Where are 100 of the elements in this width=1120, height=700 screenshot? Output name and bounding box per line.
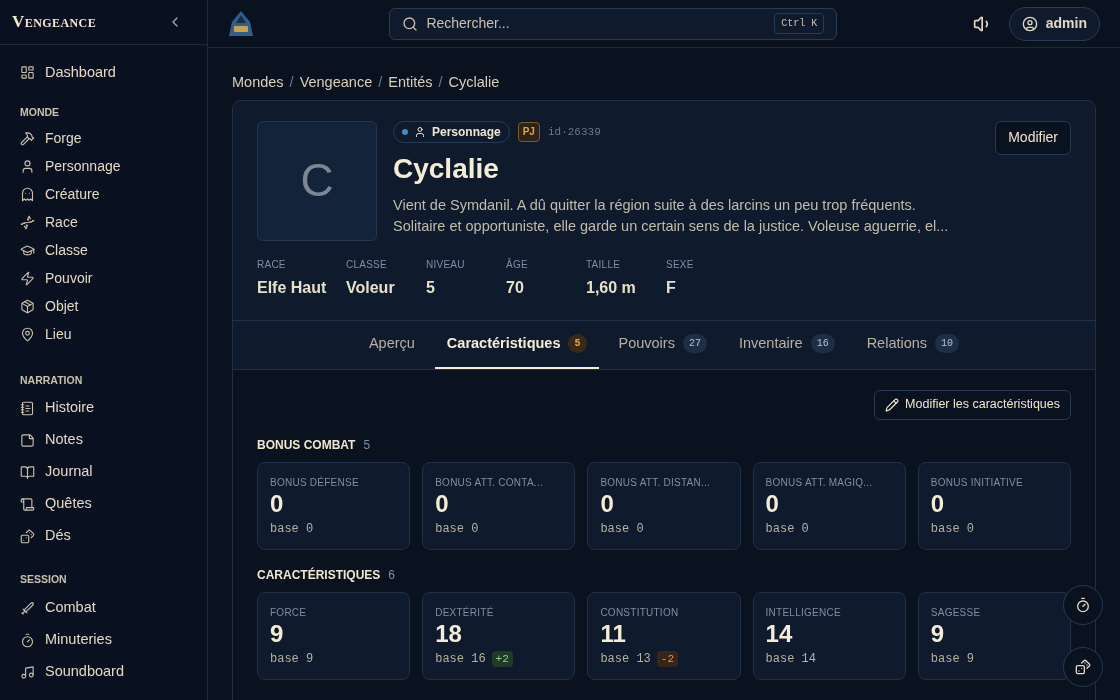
edit-stats-button[interactable]: Modifier les caractéristiques [874, 389, 1071, 420]
dashboard-icon [20, 65, 35, 81]
sidebar-item[interactable]: Soundboard [16, 656, 191, 688]
shortcut-hint: Ctrl K [774, 13, 825, 34]
base-value: base 0 [435, 520, 479, 538]
timer-icon [1075, 597, 1091, 613]
fact-value: 1,60 m [586, 277, 637, 298]
base-value: base 16 [435, 650, 486, 668]
tab[interactable]: Caractéristiques 5 [434, 320, 599, 369]
hooded-figure-logo[interactable] [228, 9, 254, 38]
breadcrumb-separator: / [378, 73, 383, 92]
tag-badge: PJ [517, 121, 540, 142]
breadcrumb-link[interactable]: Mondes [232, 72, 284, 94]
note-icon [20, 432, 35, 448]
section-heading: SESSION [19, 572, 68, 588]
fact-value: Elfe Haut [257, 277, 328, 298]
sidebar-item[interactable]: Histoire [16, 392, 191, 425]
group-title: BONUS COMBAT [257, 436, 356, 454]
base-value: base 9 [270, 650, 314, 668]
sidebar-item[interactable]: Forge [16, 124, 191, 153]
box-icon [20, 299, 35, 314]
base-value: base 0 [930, 520, 974, 538]
stat-label: FORCE [270, 605, 308, 620]
stat-label: DEXTÉRITÉ [435, 605, 495, 620]
stat-value: 0 [435, 489, 450, 518]
section-heading: NARRATION [19, 372, 84, 388]
stat-value: 9 [270, 619, 285, 648]
sidebar-item[interactable]: Pouvoir [16, 264, 191, 293]
sidebar-item[interactable]: Quêtes [16, 488, 191, 521]
person-icon [20, 159, 35, 174]
sidebar-item[interactable]: Journal [16, 456, 191, 489]
stat-label: BONUS INITIATIVE [930, 475, 1024, 490]
tab[interactable]: Aperçu [356, 320, 427, 369]
search-bar[interactable]: Rechercher... Ctrl K [389, 7, 838, 40]
stat-value: 0 [270, 489, 285, 518]
group-count: 6 [388, 566, 396, 584]
base-value: base 14 [765, 650, 816, 668]
stat-value: 0 [765, 489, 780, 518]
avatar: C [257, 120, 377, 241]
pencil-icon [885, 397, 900, 412]
book-icon [20, 464, 35, 480]
edit-button[interactable]: Modifier [995, 120, 1071, 155]
breadcrumb-link[interactable]: Entités [388, 72, 433, 94]
fact-label: CLASSE [346, 257, 388, 272]
stat-value: 9 [930, 619, 946, 648]
sidebar-item[interactable]: Notes [16, 424, 191, 457]
fact-label: TAILLE [586, 257, 622, 272]
dice-icon [1075, 659, 1091, 675]
fact-value: Voleur [346, 277, 396, 298]
user-icon [1021, 15, 1038, 32]
ghost-icon [20, 187, 35, 202]
sidebar-item[interactable]: Objet [16, 292, 191, 321]
stat-label: CONSTITUTION [600, 605, 680, 620]
sidebar-item[interactable]: Lieu [16, 320, 191, 349]
sidebar-item[interactable]: Race [16, 208, 191, 237]
sidebar-item[interactable]: Combat [16, 592, 191, 624]
hammer-icon [20, 131, 35, 146]
sidebar-item[interactable]: Personnage [16, 152, 191, 181]
base-value: base 0 [270, 520, 314, 538]
sidebar-item[interactable]: Créature [16, 180, 191, 209]
dna-icon [20, 215, 35, 230]
stat-value: 11 [600, 619, 627, 648]
search-field[interactable]: Rechercher... [426, 13, 767, 34]
dice-icon [20, 528, 35, 544]
entity-description: Vient de Symdanil. A dû quitter la région suite à des larcins un peu trop fréquents. Solitaire et opportuniste, elle garde un certain sens de la justice. Voleuse aguerrie, el... [393, 195, 950, 236]
sidebar-item[interactable]: Classe [16, 236, 191, 265]
count-badge: 16 [810, 334, 835, 354]
breadcrumb-link[interactable]: Cyclalie [448, 72, 500, 94]
stat-value: 18 [435, 619, 463, 648]
modifier-badge: -2 [656, 650, 678, 667]
graduation-cap-icon [20, 243, 35, 258]
user-button[interactable]: admin [1008, 6, 1100, 41]
sidebar-item[interactable]: Minuteries [16, 624, 191, 656]
fact-label: ÂGE [506, 257, 529, 272]
stat-value: 0 [600, 489, 615, 518]
fact-label: SEXE [666, 257, 695, 272]
timer-icon [20, 632, 35, 648]
base-value: base 0 [765, 520, 809, 538]
modifier-badge: +2 [491, 650, 513, 667]
group-count: 5 [363, 436, 371, 454]
group-title: CARACTÉRISTIQUES [257, 566, 381, 584]
entity-id: id·26339 [547, 124, 601, 140]
count-badge: 10 [935, 334, 960, 354]
sidebar-item[interactable]: Dés [16, 520, 191, 553]
stat-value: 14 [765, 619, 794, 648]
tab[interactable]: Relations 10 [854, 320, 972, 369]
sidebar-item[interactable]: Dashboard [16, 56, 191, 89]
stat-label: BONUS DÉFENSE [270, 475, 360, 490]
fact-label: NIVEAU [426, 257, 466, 272]
sword-icon [20, 600, 35, 616]
fact-value: 5 [426, 277, 436, 298]
section-heading: MONDE [19, 104, 61, 120]
fact-value: 70 [506, 277, 525, 298]
entity-name: Cyclalie [393, 151, 500, 186]
stat-label: SAGESSE [930, 605, 982, 620]
app-title: Vengeance [12, 11, 97, 34]
tab[interactable]: Pouvoirs 27 [606, 320, 719, 369]
tab[interactable]: Inventaire 16 [726, 320, 847, 369]
breadcrumb-separator: / [289, 73, 294, 92]
breadcrumb-link[interactable]: Vengeance [299, 72, 373, 94]
